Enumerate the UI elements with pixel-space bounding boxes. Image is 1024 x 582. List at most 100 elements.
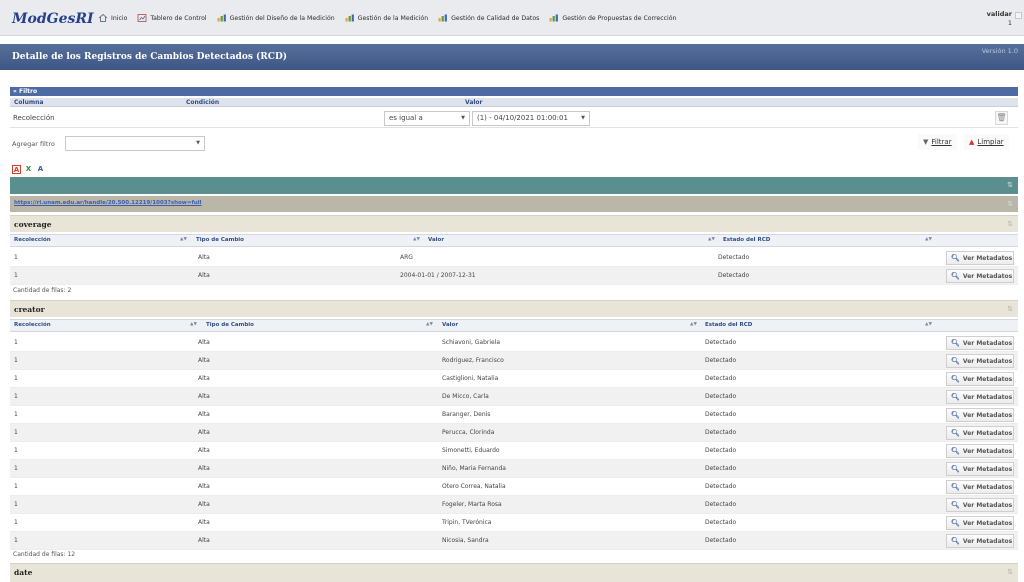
col-recoleccion[interactable]: Recolección — [14, 237, 51, 243]
section-name: coverage — [14, 220, 52, 229]
cell-estado: Detectado — [705, 483, 737, 490]
table-row[interactable]: 1 Alta Baranger, Denis Detectado 🔍︎ Ver Metad… — [10, 406, 1018, 424]
col-estado[interactable]: Estado del RCD — [723, 237, 770, 243]
table-row[interactable]: 1 Alta Fogeler, Marta Rosa Detectado 🔍︎ Ver M… — [10, 496, 1018, 514]
pdf-export-icon[interactable]: A — [12, 165, 21, 174]
col-estado[interactable]: Estado del RCD — [705, 322, 752, 328]
view-metadata-button[interactable]: 🔍︎ Ver Metadatos — [946, 251, 1014, 265]
table-row[interactable]: 1 Alta 2004-01-01 / 2007-12-31 Detectado 🔍︎ V… — [10, 267, 1018, 285]
nav-label: Gestión de Propuestas de Corrección — [562, 14, 677, 22]
table-row[interactable]: 1 Alta Nicosia, Sandra Detectado 🔍︎ Ver Metad… — [10, 532, 1018, 550]
cell-rec: 1 — [14, 272, 18, 279]
nav-label: Tablero de Control — [150, 14, 207, 22]
nav-item-tablero[interactable]: Tablero de Control — [137, 14, 207, 22]
view-metadata-button[interactable]: 🔍︎ Ver Metadatos — [946, 516, 1014, 530]
sort-icon[interactable]: ▲▼ — [426, 322, 433, 327]
record-link[interactable]: https://ri.unam.edu.ar/handle/20.500.122… — [14, 200, 202, 206]
table-row[interactable]: 1 Alta Castiglioni, Natalia Detectado 🔍︎ Ver … — [10, 370, 1018, 388]
cell-estado: Detectado — [705, 447, 737, 454]
version-label: Versión 1.0 — [981, 47, 1018, 55]
table-row[interactable]: 1 Alta ARG Detectado 🔍︎ Ver Metadatos — [10, 249, 1018, 267]
table-row[interactable]: 1 Alta Otero Correa, Natalia Detectado 🔍︎ Ver… — [10, 478, 1018, 496]
view-metadata-button[interactable]: 🔍︎ Ver Metadatos — [946, 390, 1014, 404]
cell-tipo: Alta — [198, 447, 210, 454]
col-tipo[interactable]: Tipo de Cambio — [196, 237, 244, 243]
nav-item-medicion[interactable]: Gestión de la Medición — [345, 14, 428, 22]
view-metadata-button[interactable]: 🔍︎ Ver Metadatos — [946, 336, 1014, 350]
dashboard-icon — [137, 14, 147, 22]
collapse-icon[interactable]: ⇅ — [1006, 305, 1014, 313]
condition-value: es igual a — [389, 114, 423, 122]
table-row[interactable]: 1 Alta De Micco, Carla Detectado 🔍︎ Ver Metad… — [10, 388, 1018, 406]
collapse-icon[interactable]: ⇅ — [1006, 220, 1014, 228]
nav-item-diseno[interactable]: Gestión del Diseño de la Medición — [217, 14, 335, 22]
table-row[interactable]: 1 Alta Simonetti, Eduardo Detectado 🔍︎ Ver Me… — [10, 442, 1018, 460]
user-info[interactable]: validar 1 — [987, 10, 1012, 28]
row-count: Cantidad de filas: 12 — [13, 551, 76, 558]
view-metadata-button[interactable]: 🔍︎ Ver Metadatos — [946, 462, 1014, 476]
main-nav: Inicio Tablero de Control Gestión del Di… — [98, 14, 676, 22]
cell-valor: Schiavoni, Gabriela — [442, 339, 501, 346]
sort-icon[interactable]: ▲▼ — [690, 322, 697, 327]
nav-item-calidad[interactable]: Gestión de Calidad de Datos — [438, 14, 539, 22]
col-tipo[interactable]: Tipo de Cambio — [206, 322, 254, 328]
view-metadata-button[interactable]: 🔍︎ Ver Metadatos — [946, 426, 1014, 440]
user-name: validar — [986, 10, 1012, 18]
home-icon — [98, 14, 108, 22]
col-recoleccion[interactable]: Recolección — [14, 322, 51, 328]
col-valor[interactable]: Valor — [442, 322, 458, 328]
sort-icon[interactable]: ▲▼ — [925, 322, 932, 327]
trash-icon[interactable]: 🗑 — [995, 111, 1008, 125]
table-row[interactable]: 1 Alta Rodriguez, Francisco Detectado 🔍︎ Ver … — [10, 352, 1018, 370]
add-filter-select[interactable]: ▼ — [65, 136, 205, 151]
dropdown-arrow-icon: ▼ — [196, 140, 200, 146]
view-metadata-button[interactable]: 🔍︎ Ver Metadatos — [946, 534, 1014, 548]
view-metadata-label: Ver Metadatos — [962, 254, 1013, 262]
sort-icon[interactable]: ▲▼ — [190, 322, 197, 327]
cell-tipo: Alta — [198, 272, 210, 279]
condition-select[interactable]: es igual a ▼ — [384, 111, 470, 126]
magnifier-icon: 🔍︎ — [951, 272, 960, 280]
value-select[interactable]: (1) - 04/10/2021 01:00:01 ▼ — [472, 111, 590, 126]
cell-tipo: Alta — [198, 501, 210, 508]
magnifier-icon: 🔍︎ — [951, 375, 960, 383]
table-row[interactable]: 1 Alta Niño, Maria Fernanda Detectado 🔍︎ Ver … — [10, 460, 1018, 478]
chart-icon — [345, 14, 355, 22]
magnifier-icon: 🔍︎ — [951, 501, 960, 509]
view-metadata-label: Ver Metadatos — [962, 501, 1013, 509]
col-valor[interactable]: Valor — [428, 237, 444, 243]
collapse-icon[interactable]: ⇅ — [1006, 181, 1014, 189]
cell-rec: 1 — [14, 483, 18, 490]
nav-item-propuestas[interactable]: Gestión de Propuestas de Corrección — [549, 14, 676, 22]
nav-item-inicio[interactable]: Inicio — [98, 14, 127, 22]
view-metadata-label: Ver Metadatos — [962, 537, 1013, 545]
logout-icon[interactable] — [1015, 12, 1022, 19]
section-header-creator: creator ⇅ — [10, 300, 1018, 317]
filter-header[interactable]: « Filtro — [10, 87, 1018, 96]
view-metadata-button[interactable]: 🔍︎ Ver Metadatos — [946, 444, 1014, 458]
view-metadata-button[interactable]: 🔍︎ Ver Metadatos — [946, 269, 1014, 283]
sort-az-icon[interactable]: A — [36, 165, 45, 174]
cell-estado: Detectado — [705, 393, 737, 400]
sort-icon[interactable]: ▲▼ — [925, 237, 932, 242]
view-metadata-label: Ver Metadatos — [962, 393, 1013, 401]
table-row[interactable]: 1 Alta Perucca, Clorinda Detectado 🔍︎ Ver Met… — [10, 424, 1018, 442]
view-metadata-button[interactable]: 🔍︎ Ver Metadatos — [946, 498, 1014, 512]
collapse-icon[interactable]: ⇅ — [1006, 200, 1014, 208]
view-metadata-button[interactable]: 🔍︎ Ver Metadatos — [946, 408, 1014, 422]
table-row[interactable]: 1 Alta Tripin, TVerónica Detectado 🔍︎ Ver Met… — [10, 514, 1018, 532]
excel-export-icon[interactable]: X — [24, 165, 33, 174]
sort-icon[interactable]: ▲▼ — [180, 237, 187, 242]
table-row[interactable]: 1 Alta Schiavoni, Gabriela Detectado 🔍︎ Ver M… — [10, 334, 1018, 352]
view-metadata-button[interactable]: 🔍︎ Ver Metadatos — [946, 354, 1014, 368]
collapse-icon[interactable]: ⇅ — [1006, 568, 1014, 576]
app-logo[interactable]: ModGesRI — [12, 11, 94, 27]
filter-button[interactable]: ▼ Filtrar — [918, 134, 957, 150]
section-name: creator — [14, 305, 45, 314]
view-metadata-button[interactable]: 🔍︎ Ver Metadatos — [946, 372, 1014, 386]
clear-button[interactable]: ▲ Limpiar — [964, 134, 1009, 150]
sort-icon[interactable]: ▲▼ — [413, 237, 420, 242]
view-metadata-button[interactable]: 🔍︎ Ver Metadatos — [946, 480, 1014, 494]
sort-icon[interactable]: ▲▼ — [708, 237, 715, 242]
magnifier-icon: 🔍︎ — [951, 537, 960, 545]
